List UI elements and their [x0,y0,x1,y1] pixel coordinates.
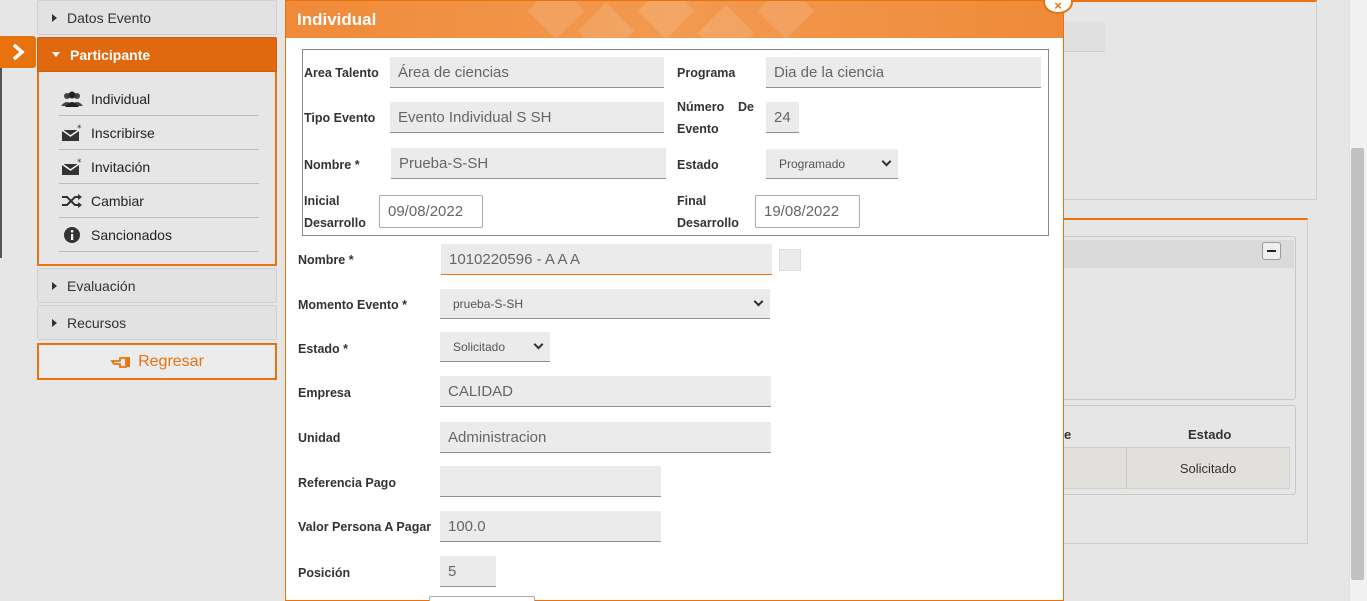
area-talento-label: Area Talento [304,66,379,80]
unidad-label: Unidad [298,431,341,445]
momento-evento-label: Momento Evento * [298,298,408,312]
table-header-cell: e [1064,426,1072,442]
accordion-recursos[interactable]: Recursos [37,305,277,340]
select-value: Solicitado [453,339,506,354]
numero-evento-label-2: Evento [677,122,719,136]
participante-menu: Individual * Inscribirse * Invitación Ca… [37,72,277,266]
header-decoration [527,1,585,38]
envelope-star-icon: * [59,123,85,143]
caret-right-icon [52,318,57,327]
hand-point-left-icon [110,356,131,368]
valor-persona-label: Valor Persona A Pagar [298,520,432,534]
caret-down-icon [52,52,60,57]
numero-evento-label-de: De [738,100,754,114]
caret-right-icon [52,13,57,22]
header-decoration [637,1,695,38]
inicial-desarrollo-label-2: Desarrollo [304,216,366,230]
left-edge-divider [0,68,2,258]
unidad-field[interactable]: Administracion [440,422,771,453]
accordion-evaluacion[interactable]: Evaluación [37,268,277,303]
accordion-participante[interactable]: Participante [37,37,277,72]
posicion-label: Posición [298,566,351,580]
caret-right-icon [52,281,57,290]
chevron-down-icon [753,296,764,307]
numero-evento-field[interactable]: 24 [766,102,799,133]
sidebar-item-label: Sancionados [91,226,172,243]
header-decoration [577,2,635,38]
users-icon [59,89,85,109]
sidebar-toggle-button[interactable] [0,36,36,68]
sidebar-item-sancionados[interactable]: Sancionados [59,218,259,252]
modal-header: Individual [286,1,1063,38]
sidebar-item-label: Cambiar [91,192,144,209]
sidebar-item-inscribirse[interactable]: * Inscribirse [59,116,259,150]
envelope-star-icon: * [59,157,85,177]
sidebar-item-label: Invitación [91,158,151,175]
posicion-field[interactable]: 5 [440,556,496,587]
scrollbar-thumb[interactable] [1351,148,1364,580]
shuffle-icon [59,191,85,211]
sidebar: Datos Evento Participante Individual * I… [37,0,277,380]
sidebar-item-label: Individual [91,90,151,107]
header-decoration [757,1,815,38]
participante-checkbox[interactable] [779,249,801,271]
accordion-label: Evaluación [67,277,136,294]
svg-text:*: * [77,124,82,134]
programa-label: Programa [677,66,736,80]
final-desarrollo-label-2: Desarrollo [677,216,739,230]
event-info-box: Area Talento Área de ciencias Programa D… [302,49,1049,236]
select-value: Programado [779,156,846,171]
nombre-evento-field[interactable]: Prueba-S-SH [391,148,666,179]
numero-evento-label: Número [677,100,725,114]
accordion-datos-evento[interactable]: Datos Evento [37,0,277,35]
table-cell-estado: Solicitado [1179,460,1237,476]
background-field [1060,22,1105,52]
accordion-label: Participante [70,46,151,63]
background-panel-header [1060,240,1294,268]
sidebar-item-label: Inscribirse [91,124,155,141]
chevron-down-icon [533,339,544,350]
tipo-evento-field[interactable]: Evento Individual S SH [390,102,664,133]
empresa-field[interactable]: CALIDAD [440,376,771,407]
final-desarrollo-label: Final [677,194,707,208]
collapse-button[interactable] [1262,242,1281,260]
final-desarrollo-date[interactable]: 19/08/2022 [755,195,860,228]
regresar-label: Regresar [138,352,204,370]
momento-evento-select[interactable]: prueba-S-SH [440,289,770,319]
minus-icon [1267,250,1276,252]
participante-nombre-field[interactable]: 1010220596 - A A A [441,244,772,275]
modal-title: Individual [297,10,377,29]
estado-evento-label: Estado [677,158,719,172]
table-header-estado: Estado [1188,426,1232,442]
referencia-pago-label: Referencia Pago [298,476,396,490]
inicial-desarrollo-label: Inicial [304,194,340,208]
header-decoration [697,4,755,38]
area-talento-field[interactable]: Área de ciencias [390,57,664,88]
close-icon: × [1054,0,1062,13]
tipo-evento-label: Tipo Evento [304,111,376,125]
sidebar-item-individual[interactable]: Individual [59,82,259,116]
estado-participante-label: Estado * [298,342,349,356]
estado-participante-select[interactable]: Solicitado [440,332,550,362]
programa-field[interactable]: Dia de la ciencia [766,57,1041,88]
estado-evento-select[interactable]: Programado [766,149,898,179]
accordion-label: Recursos [67,314,127,331]
select-value: prueba-S-SH [453,296,524,311]
nombre-evento-label: Nombre * [304,158,360,172]
chevron-down-icon [881,156,892,167]
sidebar-item-invitacion[interactable]: * Invitación [59,150,259,184]
sidebar-item-cambiar[interactable]: Cambiar [59,184,259,218]
svg-text:*: * [77,158,82,168]
regresar-button[interactable]: Regresar [37,343,277,380]
referencia-pago-field[interactable] [440,466,661,497]
accordion-label: Datos Evento [67,9,152,26]
individual-modal: Individual Area Talento Área de ciencias… [285,0,1064,601]
participante-nombre-label: Nombre * [298,253,354,267]
valor-persona-field[interactable]: 100.0 [440,511,661,542]
inicial-desarrollo-date[interactable]: 09/08/2022 [379,195,483,228]
info-icon [59,225,85,245]
partial-date-field[interactable] [429,596,535,601]
empresa-label: Empresa [298,386,351,400]
chevron-right-icon [12,43,25,61]
